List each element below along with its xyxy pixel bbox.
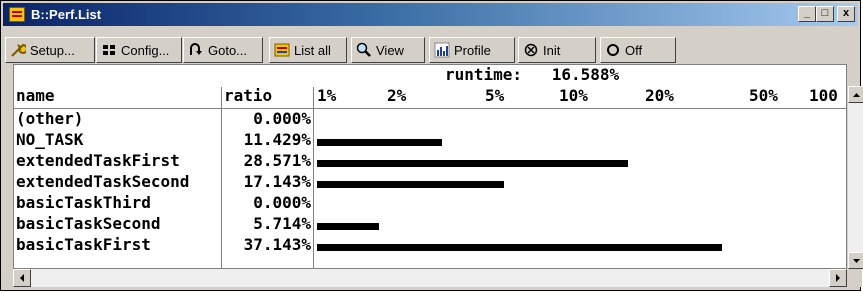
- table-row[interactable]: basicTaskSecond 5.714%: [14, 214, 834, 235]
- ratio-bar: [317, 160, 628, 167]
- ratio-column-header[interactable]: ratio: [224, 86, 272, 105]
- column-headers: name ratio 1% 2% 5% 10% 20% 50% 100: [14, 86, 846, 107]
- table-row[interactable]: basicTaskFirst 37.143%: [14, 235, 834, 256]
- task-name: basicTaskSecond: [16, 214, 161, 233]
- setup-label: Setup...: [30, 42, 75, 58]
- scale-tick: 1%: [317, 86, 337, 105]
- goto-arrow-icon: [188, 42, 204, 58]
- task-ratio: 11.429%: [243, 130, 311, 149]
- init-icon: [523, 42, 539, 58]
- view-button[interactable]: View: [351, 37, 425, 63]
- init-label: Init: [543, 42, 561, 58]
- off-label: Off: [625, 42, 643, 58]
- bar-chart-icon: [434, 42, 450, 58]
- view-label: View: [376, 42, 404, 58]
- table-row[interactable]: basicTaskThird 0.000%: [14, 193, 834, 214]
- init-button[interactable]: Init: [518, 37, 596, 63]
- goto-label: Goto...: [208, 42, 248, 58]
- scale-tick: 50%: [749, 86, 778, 105]
- scale-tick: 10%: [559, 86, 588, 105]
- close-button[interactable]: x: [837, 6, 855, 22]
- scale-tick: 20%: [645, 86, 674, 105]
- scroll-left-button[interactable]: [13, 269, 31, 287]
- wrench-icon: [10, 42, 28, 58]
- table-row[interactable]: (other) 0.000%: [14, 109, 834, 130]
- task-name: basicTaskThird: [16, 193, 151, 212]
- minimize-button[interactable]: _: [798, 6, 816, 22]
- maximize-button[interactable]: □: [816, 6, 834, 22]
- ratio-bar: [317, 181, 504, 188]
- task-ratio: 0.000%: [253, 109, 311, 128]
- task-ratio: 37.143%: [243, 235, 311, 254]
- profile-label: Profile: [454, 42, 491, 58]
- runtime-summary: runtime: 16.588%: [445, 65, 619, 84]
- task-ratio: 0.000%: [253, 193, 311, 212]
- magnifier-icon: [356, 42, 372, 58]
- task-name: NO_TASK: [16, 130, 84, 149]
- runtime-label: runtime:: [445, 65, 523, 84]
- scale-tick: 100: [809, 86, 838, 105]
- table-row[interactable]: extendedTaskSecond 17.143%: [14, 172, 834, 193]
- config-label: Config...: [121, 42, 170, 58]
- setup-button[interactable]: Setup...: [5, 37, 95, 63]
- perf-list-window: B::Perf.List _ □ x Setup... Config... Go…: [0, 0, 863, 291]
- toolbar: Setup... Config... Goto... List all View…: [3, 37, 858, 65]
- scale-tick: 5%: [485, 86, 505, 105]
- profile-button[interactable]: Profile: [429, 37, 515, 63]
- task-ratio: 17.143%: [243, 172, 311, 191]
- task-name: basicTaskFirst: [16, 235, 151, 254]
- left-arrow-icon: [20, 274, 24, 282]
- name-column-header[interactable]: name: [16, 86, 55, 105]
- up-arrow-icon: [853, 93, 860, 97]
- down-arrow-icon: [853, 259, 860, 263]
- task-ratio: 5.714%: [253, 214, 311, 233]
- task-name: extendedTaskSecond: [16, 172, 190, 191]
- list-all-label: List all: [294, 42, 331, 58]
- config-button[interactable]: Config...: [96, 37, 182, 63]
- table-row[interactable]: extendedTaskFirst 28.571%: [14, 151, 834, 172]
- off-button[interactable]: Off: [600, 37, 676, 63]
- runtime-value: 16.588%: [551, 65, 620, 84]
- horizontal-scrollbar[interactable]: [13, 269, 847, 287]
- scroll-up-button[interactable]: [848, 86, 863, 103]
- list-icon: [274, 42, 290, 58]
- task-name: extendedTaskFirst: [16, 151, 180, 170]
- scroll-right-button[interactable]: [829, 269, 847, 287]
- title-bar[interactable]: B::Perf.List _ □ x: [3, 3, 858, 26]
- scroll-down-button[interactable]: [848, 252, 863, 269]
- ratio-bar: [317, 223, 379, 230]
- perf-list-pane: runtime: 16.588% name ratio 1% 2% 5% 10%…: [13, 64, 847, 269]
- app-icon[interactable]: [9, 7, 25, 22]
- task-ratio: 28.571%: [243, 151, 311, 170]
- grid-icon: [101, 42, 117, 58]
- ratio-bar: [317, 139, 442, 146]
- right-arrow-icon: [836, 274, 840, 282]
- window-title: B::Perf.List: [31, 7, 102, 22]
- vertical-scrollbar[interactable]: [847, 86, 863, 269]
- task-name: (other): [16, 109, 84, 128]
- goto-button[interactable]: Goto...: [183, 37, 263, 63]
- off-circle-icon: [605, 42, 621, 58]
- table-row[interactable]: NO_TASK 11.429%: [14, 130, 834, 151]
- list-all-button[interactable]: List all: [269, 37, 347, 63]
- ratio-bar: [317, 244, 722, 251]
- scale-tick: 2%: [387, 86, 407, 105]
- resize-grip[interactable]: [847, 269, 862, 287]
